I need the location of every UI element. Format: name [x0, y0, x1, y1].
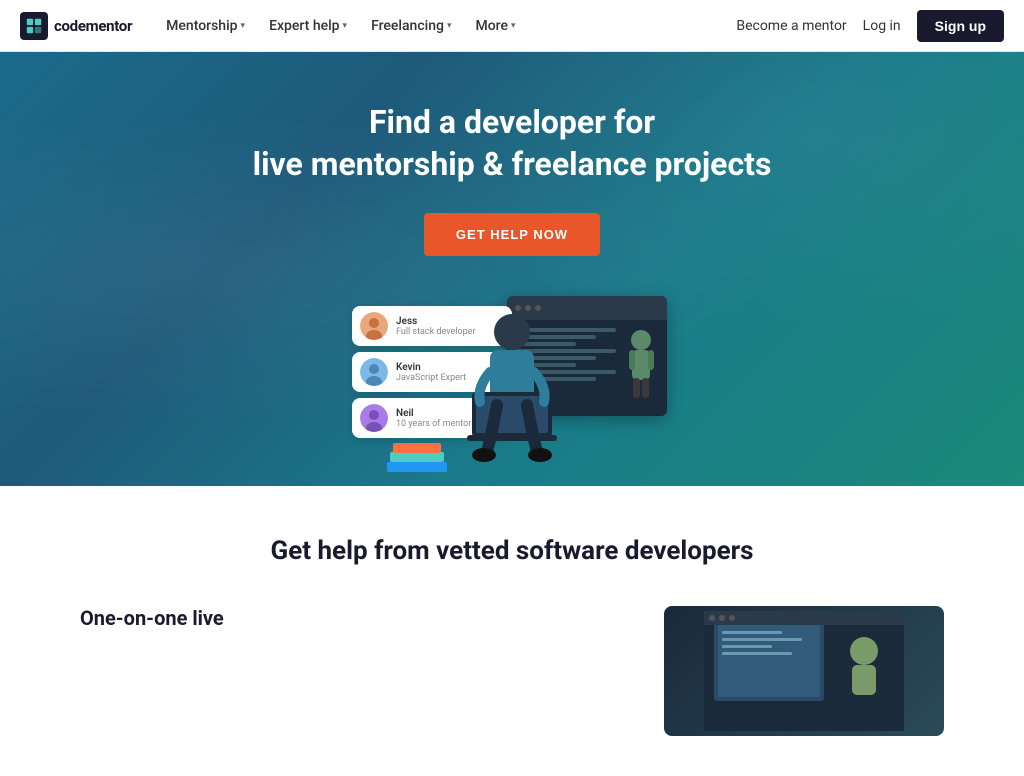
navbar-nav: Mentorship ▾ Expert help ▾ Freelancing ▾… [156, 12, 736, 40]
become-mentor-link[interactable]: Become a mentor [736, 18, 846, 34]
feature-text: One-on-one live [80, 606, 624, 638]
signup-button[interactable]: Sign up [917, 10, 1004, 42]
section-title: Get help from vetted software developers [80, 536, 944, 566]
features-row: One-on-one live [80, 606, 944, 736]
chevron-down-icon: ▾ [241, 21, 246, 31]
chevron-down-icon: ▾ [343, 21, 348, 31]
logo-icon [20, 12, 48, 40]
hero-illustration: Jess Full stack developer Kevin JavaScri… [162, 286, 862, 486]
avatar-kevin [360, 358, 388, 386]
feature-heading: One-on-one live [80, 606, 624, 630]
navbar-actions: Become a mentor Log in Sign up [736, 10, 1004, 42]
nav-item-expert-help[interactable]: Expert help ▾ [259, 12, 357, 40]
screen-person [624, 328, 659, 408]
avatar-jess [360, 312, 388, 340]
person-svg [452, 302, 572, 482]
get-help-button[interactable]: GET HELP NOW [424, 213, 600, 256]
hero-title: Find a developer for live mentorship & f… [253, 102, 772, 185]
avatar-neil [360, 404, 388, 432]
feature-image [664, 606, 944, 736]
person-illustration [452, 302, 572, 486]
chevron-down-icon: ▾ [447, 21, 452, 31]
nav-item-mentorship[interactable]: Mentorship ▾ [156, 12, 255, 40]
lower-section: Get help from vetted software developers… [0, 486, 1024, 776]
navbar: codementor Mentorship ▾ Expert help ▾ Fr… [0, 0, 1024, 52]
logo-text: codementor [54, 17, 132, 35]
chevron-down-icon: ▾ [511, 21, 516, 31]
login-link[interactable]: Log in [863, 18, 901, 34]
nav-item-more[interactable]: More ▾ [465, 12, 525, 40]
hero-section: Find a developer for live mentorship & f… [0, 52, 1024, 486]
nav-item-freelancing[interactable]: Freelancing ▾ [361, 12, 461, 40]
hero-content: Find a developer for live mentorship & f… [253, 102, 772, 256]
logo[interactable]: codementor [20, 12, 132, 40]
